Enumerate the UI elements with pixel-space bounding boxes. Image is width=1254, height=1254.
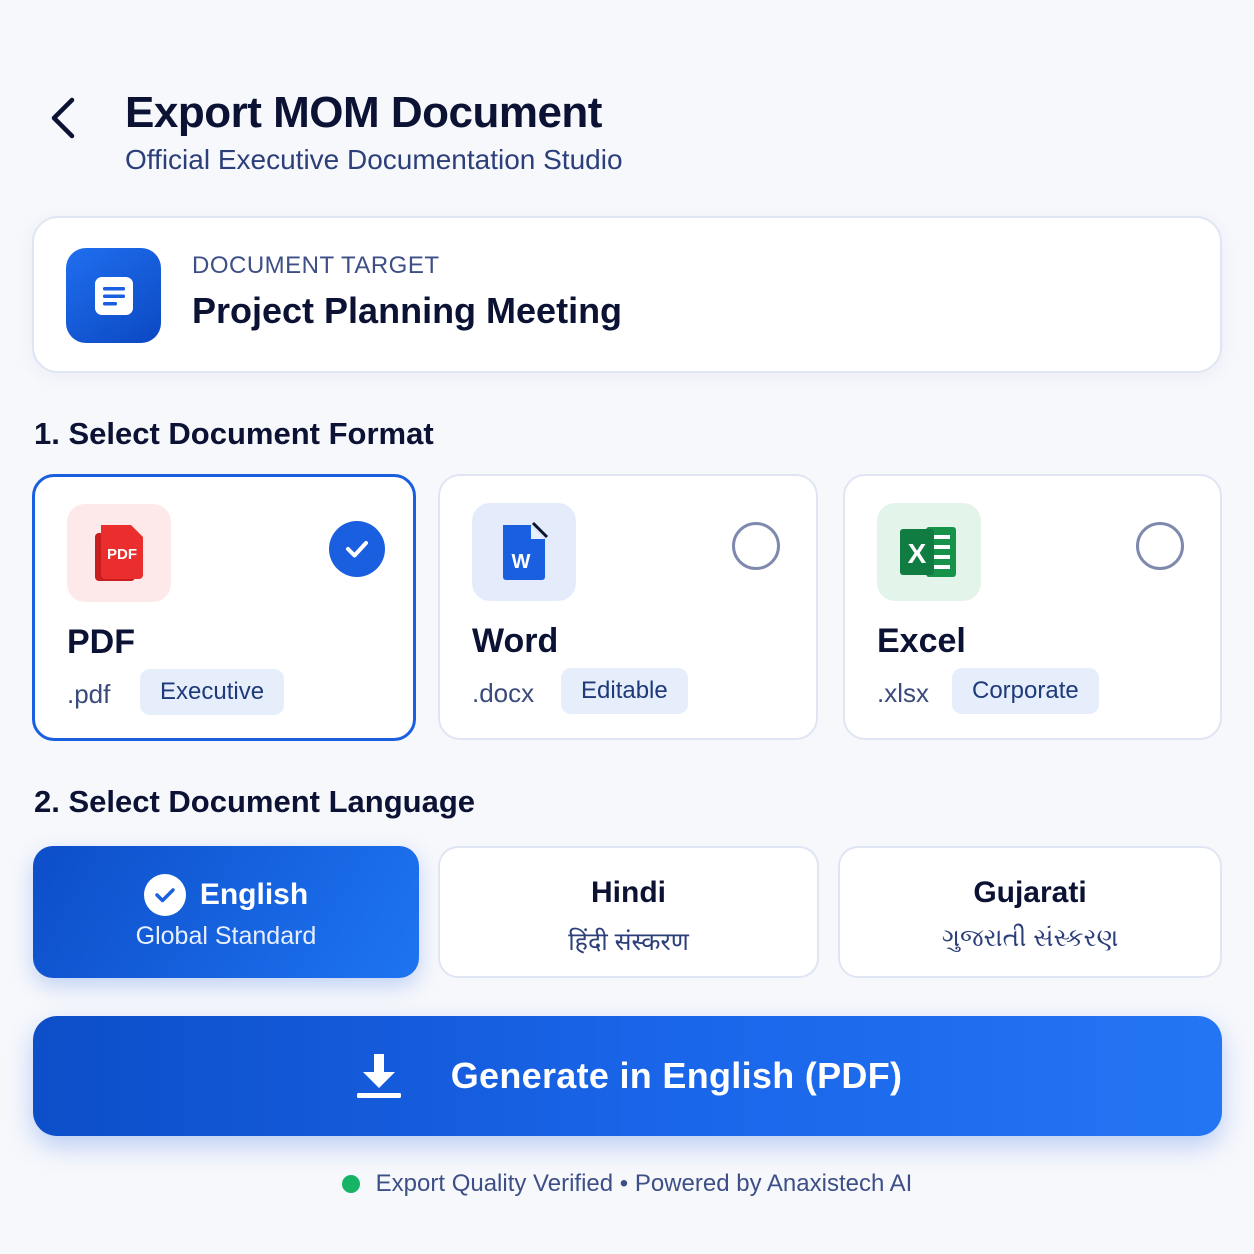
- generate-button-label: Generate in English (PDF): [450, 1055, 903, 1096]
- language-subtitle: ગુજરાતી સંસ્કરણ: [941, 924, 1119, 952]
- language-subtitle: Global Standard: [135, 922, 317, 950]
- document-target-card: DOCUMENT TARGET Project Planning Meeting: [32, 216, 1222, 373]
- language-name: Hindi: [591, 876, 666, 909]
- language-name: Gujarati: [973, 876, 1087, 909]
- footer: Export Quality Verified • Powered by Ana…: [0, 1170, 1254, 1198]
- language-name: English: [199, 878, 309, 911]
- word-icon: W: [472, 503, 576, 601]
- excel-icon-text: X: [908, 538, 927, 569]
- format-tag: Executive: [140, 669, 285, 715]
- language-option-gujarati[interactable]: Gujarati ગુજરાતી સંસ્કરણ: [838, 846, 1222, 978]
- language-option-hindi[interactable]: Hindi हिंदी संस्करण: [438, 846, 819, 978]
- language-option-english[interactable]: English Global Standard: [33, 846, 419, 978]
- word-icon-text: W: [512, 551, 531, 573]
- generate-button[interactable]: Generate in English (PDF): [33, 1016, 1222, 1136]
- format-tag: Corporate: [952, 668, 1099, 714]
- format-option-word[interactable]: W Word .docx Editable: [438, 474, 818, 740]
- format-option-pdf[interactable]: PDF PDF .pdf Executive: [32, 474, 416, 741]
- format-name: Excel: [877, 622, 966, 660]
- document-target-value: Project Planning Meeting: [192, 290, 623, 331]
- document-icon: [66, 248, 161, 343]
- document-target-label: DOCUMENT TARGET: [192, 252, 440, 279]
- format-extension: .pdf: [67, 679, 111, 709]
- format-name: Word: [472, 622, 559, 660]
- excel-icon: X: [877, 503, 981, 601]
- check-icon: [346, 541, 368, 558]
- download-icon: [356, 1054, 401, 1098]
- language-section-title: 2. Select Document Language: [34, 784, 475, 819]
- radio-checked[interactable]: [329, 521, 385, 577]
- language-subtitle: हिंदी संस्करण: [568, 928, 689, 956]
- check-circle-icon: [143, 874, 186, 916]
- chevron-left-icon: [51, 97, 75, 139]
- page-subtitle: Official Executive Documentation Studio: [125, 144, 623, 175]
- format-section-title: 1. Select Document Format: [34, 416, 434, 451]
- footer-text: Export Quality Verified • Powered by Ana…: [375, 1170, 913, 1197]
- pdf-icon-text: PDF: [107, 546, 137, 563]
- page-title: Export MOM Document: [125, 88, 602, 137]
- format-option-excel[interactable]: X Excel .xlsx Corporate: [843, 474, 1222, 740]
- format-tag: Editable: [561, 668, 688, 714]
- format-extension: .xlsx: [877, 678, 929, 708]
- status-dot: [341, 1175, 360, 1193]
- format-extension: .docx: [472, 678, 535, 708]
- radio-unchecked[interactable]: [1136, 522, 1184, 570]
- pdf-icon: PDF: [67, 504, 171, 602]
- format-name: PDF: [67, 623, 135, 661]
- back-button[interactable]: [36, 90, 92, 146]
- radio-unchecked[interactable]: [732, 522, 780, 570]
